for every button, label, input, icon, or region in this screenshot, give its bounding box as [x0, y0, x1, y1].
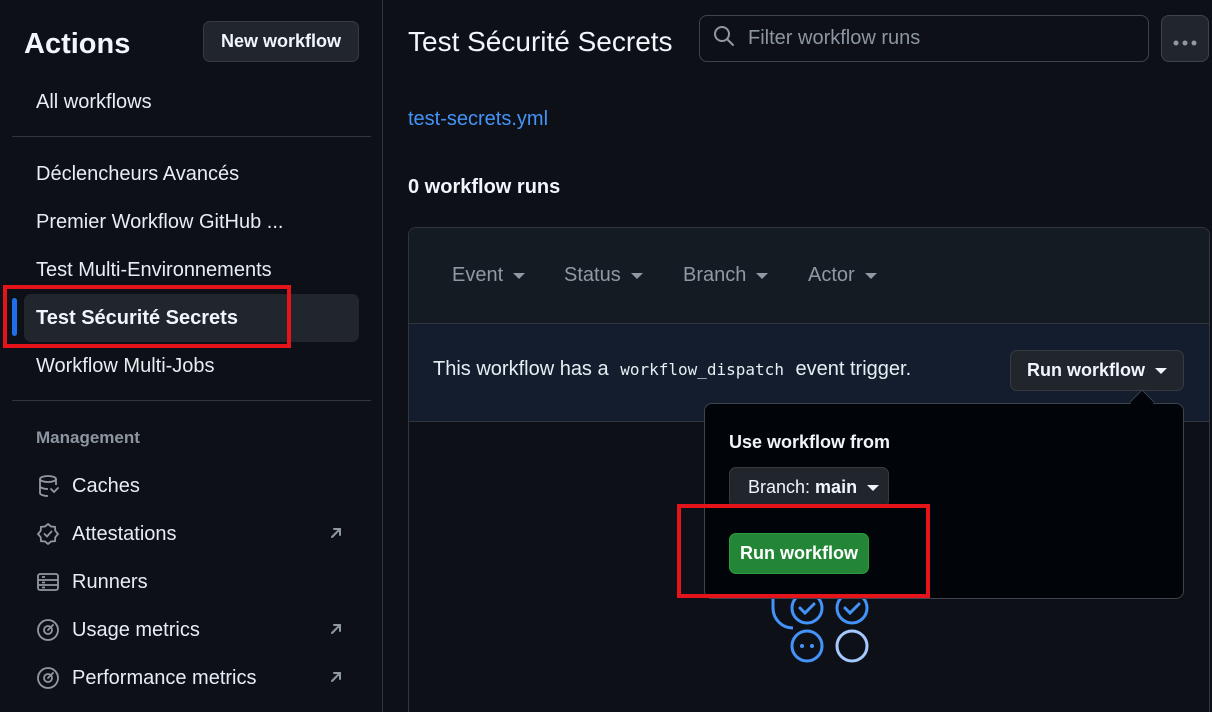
management-heading: Management [36, 428, 140, 447]
workflow-file-link[interactable]: test-secrets.yml [408, 108, 548, 131]
sidebar-item-runners[interactable]: Runners [24, 560, 359, 604]
sidebar-item-workflow[interactable]: Déclencheurs Avancés [24, 150, 359, 198]
runs-count: 0 workflow runs [408, 176, 561, 198]
filter-status[interactable]: Status [564, 264, 643, 287]
verified-icon [36, 522, 60, 546]
page-title: Test Sécurité Secrets [408, 26, 673, 57]
run-workflow-popover: Use workflow from Branch: main Run workf… [704, 403, 1184, 599]
caret-down-icon [867, 484, 880, 491]
filter-event[interactable]: Event [452, 264, 526, 287]
external-link-icon [327, 524, 345, 542]
sidebar: Actions New workflow All workflows Décle… [0, 0, 383, 712]
sidebar-item-attestations[interactable]: Attestations [24, 512, 359, 556]
popover-heading: Use workflow from [729, 432, 891, 452]
search-input[interactable] [748, 27, 1128, 50]
branch-select-button[interactable]: Branch: main [729, 467, 889, 508]
caret-down-icon [513, 272, 526, 279]
more-options-button[interactable] [1161, 15, 1209, 62]
sidebar-item-label: Caches [72, 474, 140, 497]
caret-down-icon [630, 272, 643, 279]
sidebar-item-caches[interactable]: Caches [24, 464, 359, 508]
sidebar-item-label: Performance metrics [72, 666, 257, 689]
server-icon [36, 570, 60, 594]
sidebar-item-performance-metrics[interactable]: Performance metrics [24, 656, 359, 700]
meter-icon [36, 666, 60, 690]
sidebar-divider [12, 400, 371, 401]
sidebar-title: Actions [24, 28, 131, 60]
search-icon [712, 24, 736, 53]
dispatch-text: This workflow has a workflow_dispatch ev… [433, 358, 912, 380]
sidebar-item-label: Runners [72, 570, 148, 593]
database-icon [36, 474, 60, 498]
kebab-horizontal-icon [1172, 26, 1198, 52]
external-link-icon [327, 620, 345, 638]
filter-bar: Event Status Branch Actor [409, 228, 1209, 324]
caret-down-icon [1155, 367, 1167, 374]
sidebar-divider [12, 136, 371, 137]
external-link-icon [327, 668, 345, 686]
sidebar-item-workflow[interactable]: Premier Workflow GitHub ... [24, 198, 359, 246]
sidebar-item-all-workflows[interactable]: All workflows [24, 78, 359, 126]
sidebar-item-workflow[interactable]: Test Multi-Environnements [24, 246, 359, 294]
caret-down-icon [864, 272, 877, 279]
new-workflow-button[interactable]: New workflow [203, 21, 359, 62]
dispatch-code: workflow_dispatch [620, 360, 784, 379]
sidebar-item-label: Usage metrics [72, 618, 200, 641]
sidebar-item-workflow-active[interactable]: Test Sécurité Secrets [24, 294, 359, 342]
run-workflow-dropdown-button[interactable]: Run workflow [1010, 350, 1184, 391]
run-workflow-submit-button[interactable]: Run workflow [729, 533, 869, 574]
branch-value: main [815, 477, 858, 497]
sidebar-item-usage-metrics[interactable]: Usage metrics [24, 608, 359, 652]
search-box[interactable] [699, 15, 1149, 62]
sidebar-item-workflow[interactable]: Workflow Multi-Jobs [24, 342, 359, 390]
sidebar-item-label: Attestations [72, 522, 177, 545]
active-indicator [12, 298, 17, 336]
filter-actor[interactable]: Actor [808, 264, 877, 287]
filter-branch[interactable]: Branch [683, 264, 769, 287]
meter-icon [36, 618, 60, 642]
caret-down-icon [756, 272, 769, 279]
